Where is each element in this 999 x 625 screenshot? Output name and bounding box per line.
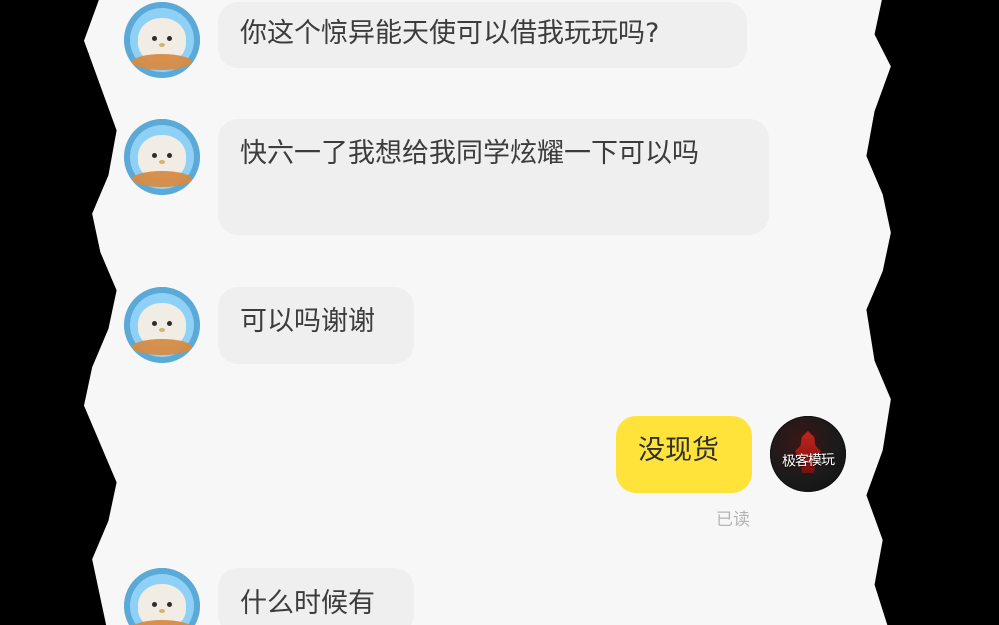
seller-avatar-tag: 极客模玩 xyxy=(781,452,835,470)
user-avatar[interactable] xyxy=(124,287,200,363)
avatar-eye-left xyxy=(152,153,157,158)
avatar-float-ring xyxy=(132,54,192,70)
message-bubble: 可以吗谢谢 xyxy=(218,287,414,364)
user-avatar[interactable] xyxy=(124,119,200,195)
avatar-eye-right xyxy=(167,36,172,41)
avatar-float-ring xyxy=(132,171,192,187)
avatar-eye-left xyxy=(152,602,157,607)
message-row-5: 什么时候有 xyxy=(124,568,414,625)
avatar-nose xyxy=(159,43,165,47)
avatar-eye-right xyxy=(167,602,172,607)
user-avatar[interactable] xyxy=(124,2,200,78)
message-row-4: 没现货 极客模玩 xyxy=(616,416,846,493)
avatar-eye-right xyxy=(167,153,172,158)
message-bubble: 你这个惊异能天使可以借我玩玩吗? xyxy=(218,2,747,68)
avatar-eye-right xyxy=(167,321,172,326)
message-row-1: 你这个惊异能天使可以借我玩玩吗? xyxy=(124,2,747,78)
avatar-float-ring xyxy=(132,339,192,355)
user-avatar[interactable] xyxy=(124,568,200,625)
avatar-float-ring xyxy=(132,620,192,625)
avatar-nose xyxy=(159,328,165,332)
avatar-eye-left xyxy=(152,36,157,41)
my-message-bubble: 没现货 xyxy=(616,416,752,493)
message-bubble: 快六一了我想给我同学炫耀一下可以吗 xyxy=(218,119,769,235)
message-bubble: 什么时候有 xyxy=(218,568,414,625)
read-status: 已读 xyxy=(716,510,750,530)
screenshot-stage: 你这个惊异能天使可以借我玩玩吗? 快六一了我想给我同学炫耀一下可以吗 可以吗谢谢… xyxy=(0,0,999,625)
avatar-eye-left xyxy=(152,321,157,326)
avatar-nose xyxy=(159,160,165,164)
avatar-nose xyxy=(159,609,165,613)
message-row-2: 快六一了我想给我同学炫耀一下可以吗 xyxy=(124,119,769,235)
message-row-3: 可以吗谢谢 xyxy=(124,287,414,364)
seller-avatar[interactable]: 极客模玩 xyxy=(770,416,846,492)
